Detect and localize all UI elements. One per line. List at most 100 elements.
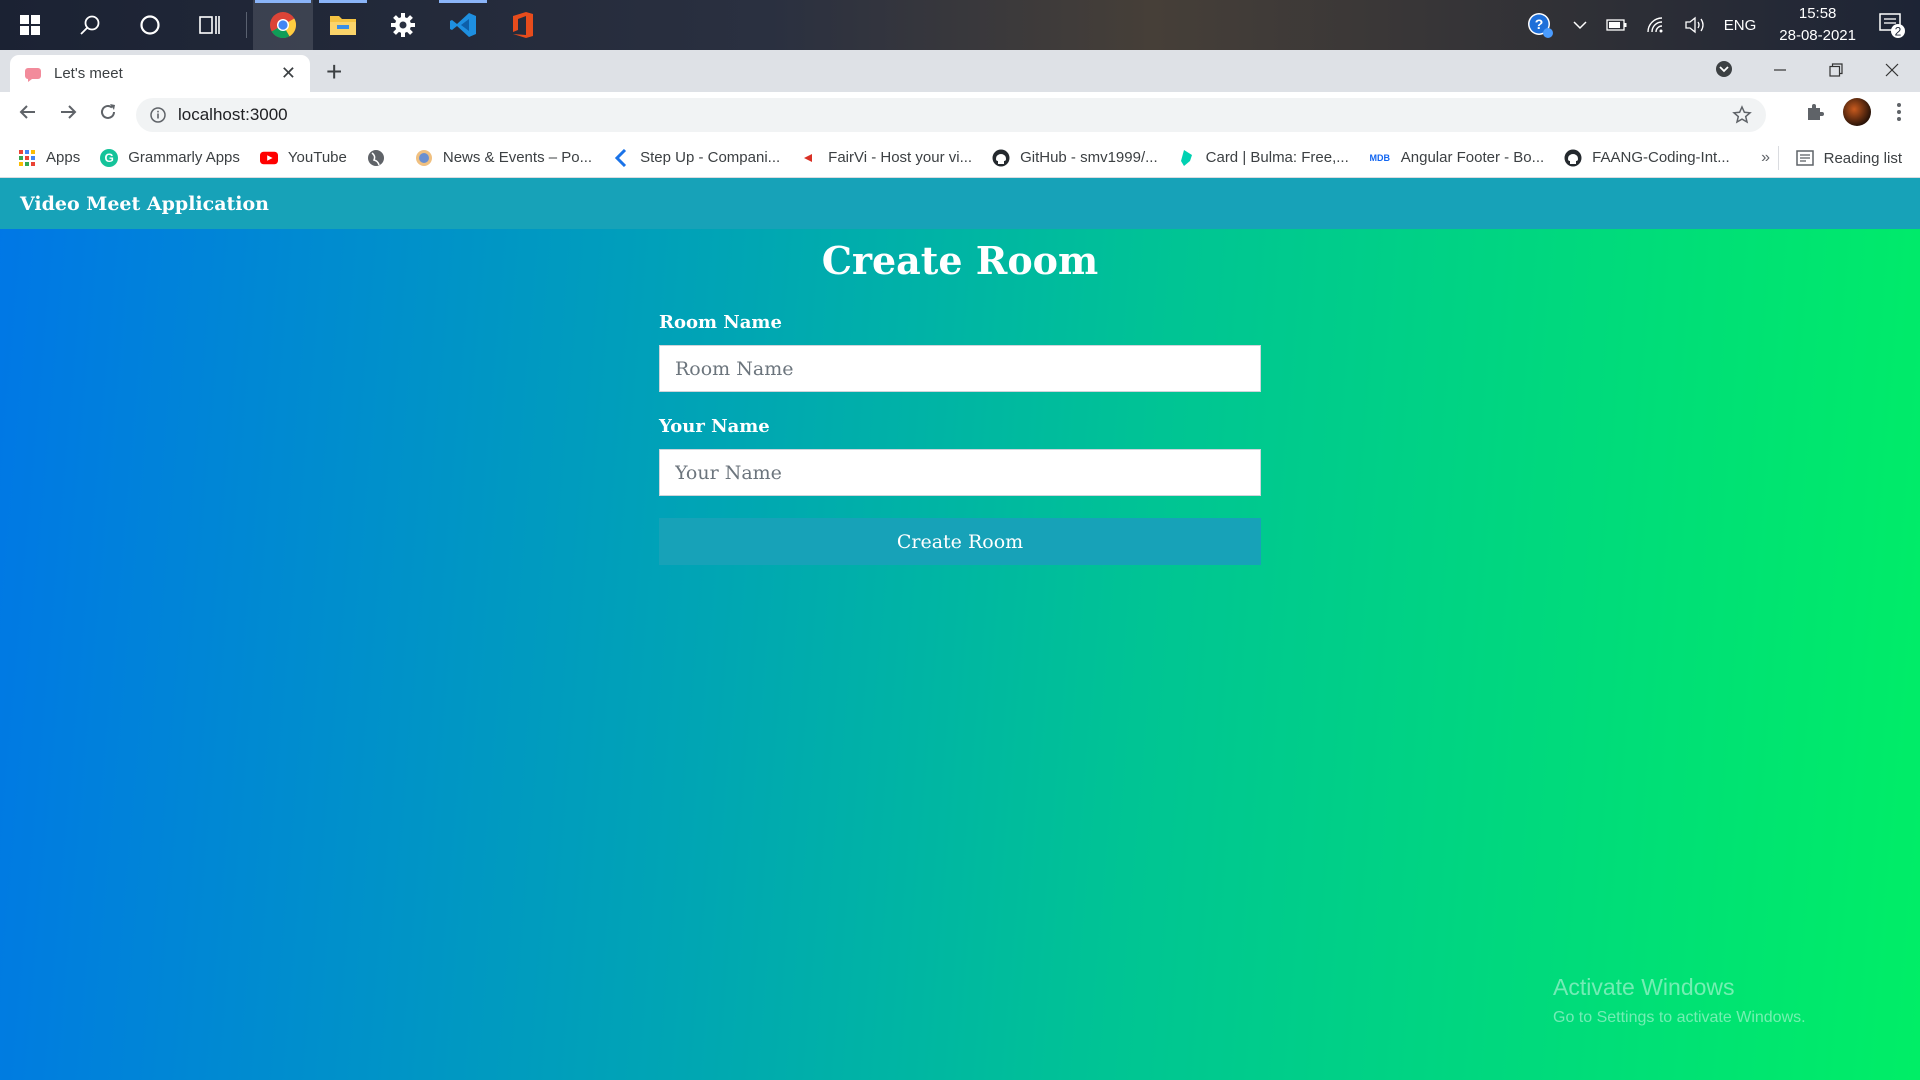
bookmark-label: YouTube: [287, 149, 347, 166]
your-name-input[interactable]: [659, 449, 1261, 496]
taskbar-office[interactable]: [493, 0, 553, 50]
task-view-icon: [199, 16, 220, 34]
search-icon: [80, 15, 100, 35]
activate-windows-watermark: Activate Windows Go to Settings to activ…: [1553, 974, 1806, 1027]
volume-tray-button[interactable]: [1675, 0, 1715, 50]
url-text[interactable]: localhost:3000: [178, 105, 1732, 125]
cortana-button[interactable]: [120, 0, 180, 50]
app-navbar: Video Meet Application: [0, 178, 1920, 229]
taskbar-file-explorer[interactable]: [313, 0, 373, 50]
office-icon: [513, 12, 533, 38]
reload-button[interactable]: [88, 102, 128, 128]
reading-list-label: Reading list: [1823, 149, 1902, 167]
reading-list-button[interactable]: Reading list: [1777, 138, 1902, 178]
system-tray: ? ENG 15:58 28-08-2021 2: [1517, 0, 1920, 50]
minimize-icon: [1774, 68, 1786, 71]
profile-button[interactable]: [1836, 98, 1878, 132]
grammarly-icon: G: [100, 148, 119, 167]
folder-icon: [330, 16, 356, 35]
toolbar-right-actions: [1794, 92, 1920, 138]
notification-icon: 2: [1879, 13, 1905, 39]
notification-count: 2: [1895, 25, 1902, 39]
reload-icon: [101, 104, 115, 119]
forward-button[interactable]: [48, 102, 88, 128]
bookmarks-overflow-button[interactable]: »: [1761, 138, 1770, 178]
news-icon: [415, 149, 432, 166]
task-view-button[interactable]: [180, 0, 240, 50]
close-window-button[interactable]: [1864, 61, 1920, 82]
battery-tray-button[interactable]: [1597, 0, 1637, 50]
language-indicator[interactable]: ENG: [1715, 0, 1766, 50]
mdb-icon: MDB: [1369, 152, 1391, 163]
browser-tab-strip: Let's meet ✕ +: [0, 50, 1920, 92]
close-icon: [1885, 63, 1899, 76]
bookmark-label: Grammarly Apps: [128, 149, 240, 166]
site-info-icon[interactable]: [150, 107, 166, 123]
watermark-subtitle: Go to Settings to activate Windows.: [1553, 1009, 1806, 1026]
bookmark-label: FairVi - Host your vi...: [828, 149, 973, 166]
bookmark-step-up[interactable]: Step Up - Compani...: [612, 148, 781, 167]
browser-toolbar: localhost:3000: [0, 92, 1920, 138]
taskbar-chrome[interactable]: [253, 0, 313, 50]
tab-title: Let's meet: [54, 65, 123, 82]
bookmark-bulma-card[interactable]: Card | Bulma: Free,...: [1178, 149, 1349, 167]
reading-list-icon: [1795, 150, 1814, 166]
tab-search-button[interactable]: [1696, 59, 1752, 84]
github-icon: [992, 149, 1010, 166]
room-name-input[interactable]: [659, 345, 1261, 392]
windows-start-button[interactable]: [0, 0, 60, 50]
bookmark-faang[interactable]: FAANG-Coding-Int...: [1564, 149, 1730, 167]
browser-tab[interactable]: Let's meet ✕: [10, 55, 310, 92]
action-center-button[interactable]: 2: [1870, 0, 1920, 50]
chrome-menu-button[interactable]: [1878, 102, 1920, 128]
taskbar-settings[interactable]: [373, 0, 433, 50]
create-room-button[interactable]: Create Room: [659, 518, 1261, 565]
bookmark-label: Card | Bulma: Free,...: [1205, 149, 1349, 166]
minimize-button[interactable]: [1752, 61, 1808, 82]
github-icon: [1564, 149, 1582, 166]
search-button[interactable]: [60, 0, 120, 50]
bookmark-label: Angular Footer - Bo...: [1400, 149, 1545, 166]
bookmark-globe[interactable]: [367, 149, 395, 167]
tab-favicon-icon: [25, 67, 41, 82]
more-vert-icon: [1897, 103, 1901, 121]
bookmark-star-icon[interactable]: [1732, 105, 1752, 125]
extensions-button[interactable]: [1794, 102, 1836, 128]
globe-icon: [367, 149, 384, 166]
tab-search-icon: [1716, 60, 1732, 77]
puzzle-icon: [1808, 104, 1824, 120]
help-tray-button[interactable]: ?: [1517, 0, 1563, 50]
cortana-icon: [140, 15, 160, 35]
gear-icon: [391, 13, 415, 37]
help-icon: ?: [1527, 13, 1553, 38]
tab-close-icon[interactable]: ✕: [281, 63, 296, 84]
clock-date: 28-08-2021: [1779, 27, 1856, 44]
system-clock[interactable]: 15:58 28-08-2021: [1765, 3, 1870, 47]
show-hidden-icons-button[interactable]: [1563, 0, 1597, 50]
taskbar-vscode[interactable]: [433, 0, 493, 50]
restore-button[interactable]: [1808, 61, 1864, 82]
chevron-up-icon: [1573, 21, 1587, 30]
back-button[interactable]: [8, 102, 48, 128]
taskbar-separator: [246, 12, 247, 38]
bookmark-news-events[interactable]: News & Events – Po...: [415, 149, 592, 167]
new-tab-button[interactable]: +: [326, 56, 342, 88]
bookmark-grammarly[interactable]: G Grammarly Apps: [100, 148, 240, 167]
navbar-brand[interactable]: Video Meet Application: [20, 193, 269, 215]
bookmark-label: Step Up - Compani...: [640, 149, 781, 166]
stepup-icon: [614, 148, 627, 167]
arrow-left-icon: [19, 105, 35, 119]
bookmark-youtube[interactable]: YouTube: [259, 149, 347, 167]
arrow-right-icon: [61, 105, 77, 119]
wifi-icon: [1647, 17, 1663, 33]
room-name-label: Room Name: [659, 312, 782, 333]
bookmark-github-smv[interactable]: GitHub - smv1999/...: [992, 149, 1158, 167]
bookmark-fairvi[interactable]: FairVi - Host your vi...: [800, 149, 972, 167]
bookmark-apps[interactable]: Apps: [18, 149, 80, 167]
bookmark-angular-footer[interactable]: MDB Angular Footer - Bo...: [1369, 149, 1545, 167]
bookmark-label: Apps: [46, 149, 81, 166]
address-bar[interactable]: localhost:3000: [136, 98, 1766, 132]
battery-icon: [1606, 19, 1627, 31]
room-name-field: Room Name: [659, 312, 1261, 392]
network-tray-button[interactable]: [1637, 0, 1675, 50]
